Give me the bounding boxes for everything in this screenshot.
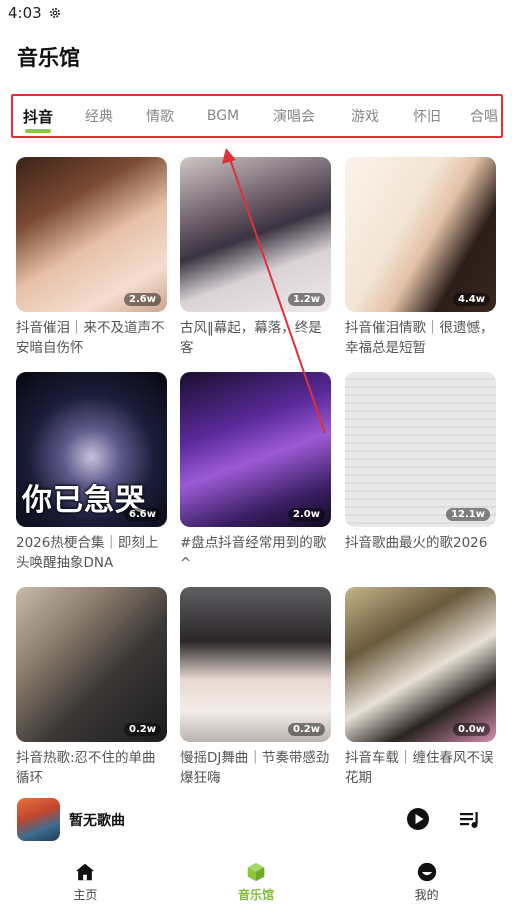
nav-profile[interactable]: 我的 (341, 855, 512, 910)
nav-home-label: 主页 (73, 888, 98, 902)
playlist-cover: 0.2w (180, 587, 331, 742)
playlist-card[interactable]: 12.1w 抖音歌曲最火的歌2026 (345, 372, 496, 573)
playlist-cover: 1.2w (180, 157, 331, 312)
playlist-card[interactable]: 4.4w 抖音催泪情歌｜很遗憾，幸福总是短暂 (345, 157, 496, 358)
playlist-cover: 2.0w (180, 372, 331, 527)
nav-home[interactable]: 主页 (0, 855, 171, 910)
play-count-badge: 6.6w (124, 508, 161, 521)
home-icon (76, 863, 95, 881)
playlist-title: 抖音热歌:忍不住的单曲循环 (16, 750, 156, 786)
play-count-badge: 0.0w (453, 723, 490, 736)
playlist-title: 慢摇DJ舞曲｜节奏带感劲爆狂嗨 (180, 750, 330, 786)
tab-douyin[interactable]: 抖音 (13, 96, 63, 136)
playlist-card[interactable]: 0.2w 抖音热歌:忍不住的单曲循环 (16, 587, 167, 788)
status-time: 4:03 (8, 4, 42, 22)
bottom-nav: 主页 音乐馆 我的 (0, 855, 512, 910)
playlist-card[interactable]: 1.2w 古风‖幕起，幕落，终是客 (180, 157, 331, 358)
play-circle-icon[interactable] (406, 807, 430, 831)
nav-music-hall-label: 音乐馆 (238, 888, 275, 902)
play-count-badge: 2.6w (124, 293, 161, 306)
playlist-icon[interactable] (458, 808, 482, 832)
play-count-badge: 2.0w (288, 508, 325, 521)
play-count-badge: 1.2w (288, 293, 325, 306)
tab-concert[interactable]: 演唱会 (261, 96, 327, 136)
tab-love-songs[interactable]: 情歌 (135, 96, 185, 136)
playlist-cover: 0.0w (345, 587, 496, 742)
playlist-title: 抖音车载｜缠住春风不误花期 (345, 750, 494, 786)
playlist-card[interactable]: 2.0w #盘点抖音经常用到的歌^ (180, 372, 331, 573)
profile-icon (417, 862, 436, 882)
playlist-card[interactable]: 0.2w 慢摇DJ舞曲｜节奏带感劲爆狂嗨 (180, 587, 331, 788)
playlist-title: 抖音催泪情歌｜很遗憾，幸福总是短暂 (345, 320, 494, 356)
playlist-title: 抖音催泪｜来不及道声不安暗自伤怀 (16, 320, 165, 356)
player-cover (17, 798, 60, 841)
playlist-title: 抖音歌曲最火的歌2026 (345, 535, 488, 551)
playlist-cover: 4.4w (345, 157, 496, 312)
category-tabs: 抖音 经典 情歌 BGM 演唱会 游戏 怀旧 合唱 (11, 94, 503, 138)
playlist-cover: 你已急哭 6.6w (16, 372, 167, 527)
play-count-badge: 4.4w (453, 293, 490, 306)
playlist-card[interactable]: 你已急哭 6.6w 2026热梗合集｜即刻上头唤醒抽象DNA (16, 372, 167, 573)
playlist-cover: 12.1w (345, 372, 496, 527)
tab-games[interactable]: 游戏 (327, 96, 403, 136)
playlist-title: #盘点抖音经常用到的歌^ (180, 535, 327, 571)
playlist-cover: 2.6w (16, 157, 167, 312)
tab-classic[interactable]: 经典 (63, 96, 135, 136)
play-count-badge: 0.2w (288, 723, 325, 736)
page-title: 音乐馆 (17, 46, 80, 70)
play-count-badge: 12.1w (446, 508, 490, 521)
playlist-card[interactable]: 0.0w 抖音车载｜缠住春风不误花期 (345, 587, 496, 788)
playlist-cover: 0.2w (16, 587, 167, 742)
nav-profile-label: 我的 (414, 888, 439, 902)
tab-bgm[interactable]: BGM (185, 96, 261, 136)
status-bar: 4:03 (0, 0, 512, 26)
gear-icon (49, 8, 60, 18)
tab-nostalgia[interactable]: 怀旧 (403, 96, 451, 136)
play-count-badge: 0.2w (124, 723, 161, 736)
playlist-title: 2026热梗合集｜即刻上头唤醒抽象DNA (16, 535, 159, 571)
music-hall-icon (247, 862, 265, 882)
player-song-title: 暂无歌曲 (69, 813, 125, 829)
tab-chorus[interactable]: 合唱 (451, 96, 501, 136)
mini-player[interactable]: 暂无歌曲 (0, 790, 512, 852)
nav-music-hall[interactable]: 音乐馆 (171, 855, 342, 910)
playlist-card[interactable]: 2.6w 抖音催泪｜来不及道声不安暗自伤怀 (16, 157, 167, 358)
playlist-title: 古风‖幕起，幕落，终是客 (180, 320, 322, 356)
